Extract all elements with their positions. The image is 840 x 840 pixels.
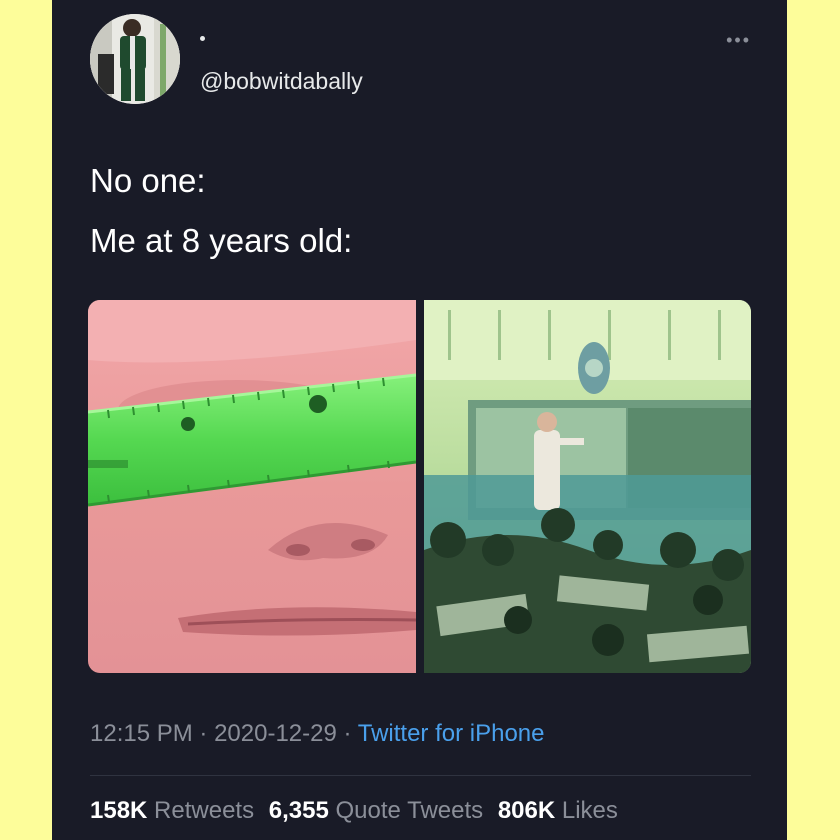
tweet-text-line-2: Me at 8 years old: [90, 222, 353, 259]
tweet-card: @bobwitdabally ••• No one: Me at 8 years… [52, 0, 787, 840]
tweet-time[interactable]: 12:15 PM [90, 720, 193, 747]
tweet-text-line-1: No one: [90, 162, 206, 199]
quote-tweets-label: Quote Tweets [335, 797, 484, 824]
avatar-image [90, 14, 180, 104]
likes-label: Likes [561, 797, 618, 824]
meta-separator-2: · [336, 720, 358, 747]
tweet-meta: 12:15 PM · 2020-12-29 · Twitter for iPho… [90, 720, 544, 748]
tweet-source-link[interactable]: Twitter for iPhone [358, 720, 545, 747]
tweet-date[interactable]: 2020-12-29 [214, 720, 337, 747]
retweets-count: 158K [90, 797, 148, 824]
tweet-media[interactable] [88, 300, 751, 673]
tweet-stats: 158K Retweets 6,355 Quote Tweets 806K Li… [90, 797, 626, 825]
retweets-stat[interactable]: 158K Retweets [90, 797, 254, 824]
meta-separator-1: · [192, 720, 215, 747]
media-classroom-panel [424, 300, 751, 673]
divider [90, 775, 751, 776]
more-horizontal-icon[interactable]: ••• [726, 30, 751, 51]
retweets-label: Retweets [154, 797, 255, 824]
media-face-panel [88, 300, 417, 673]
user-handle[interactable]: @bobwitdabally [200, 68, 363, 95]
likes-count: 806K [497, 797, 556, 824]
display-name-dot [200, 36, 205, 41]
avatar[interactable] [90, 14, 180, 104]
quote-tweets-stat[interactable]: 6,355 Quote Tweets [269, 797, 483, 824]
quote-tweets-count: 6,355 [268, 797, 329, 824]
likes-stat[interactable]: 806K Likes [498, 797, 618, 824]
